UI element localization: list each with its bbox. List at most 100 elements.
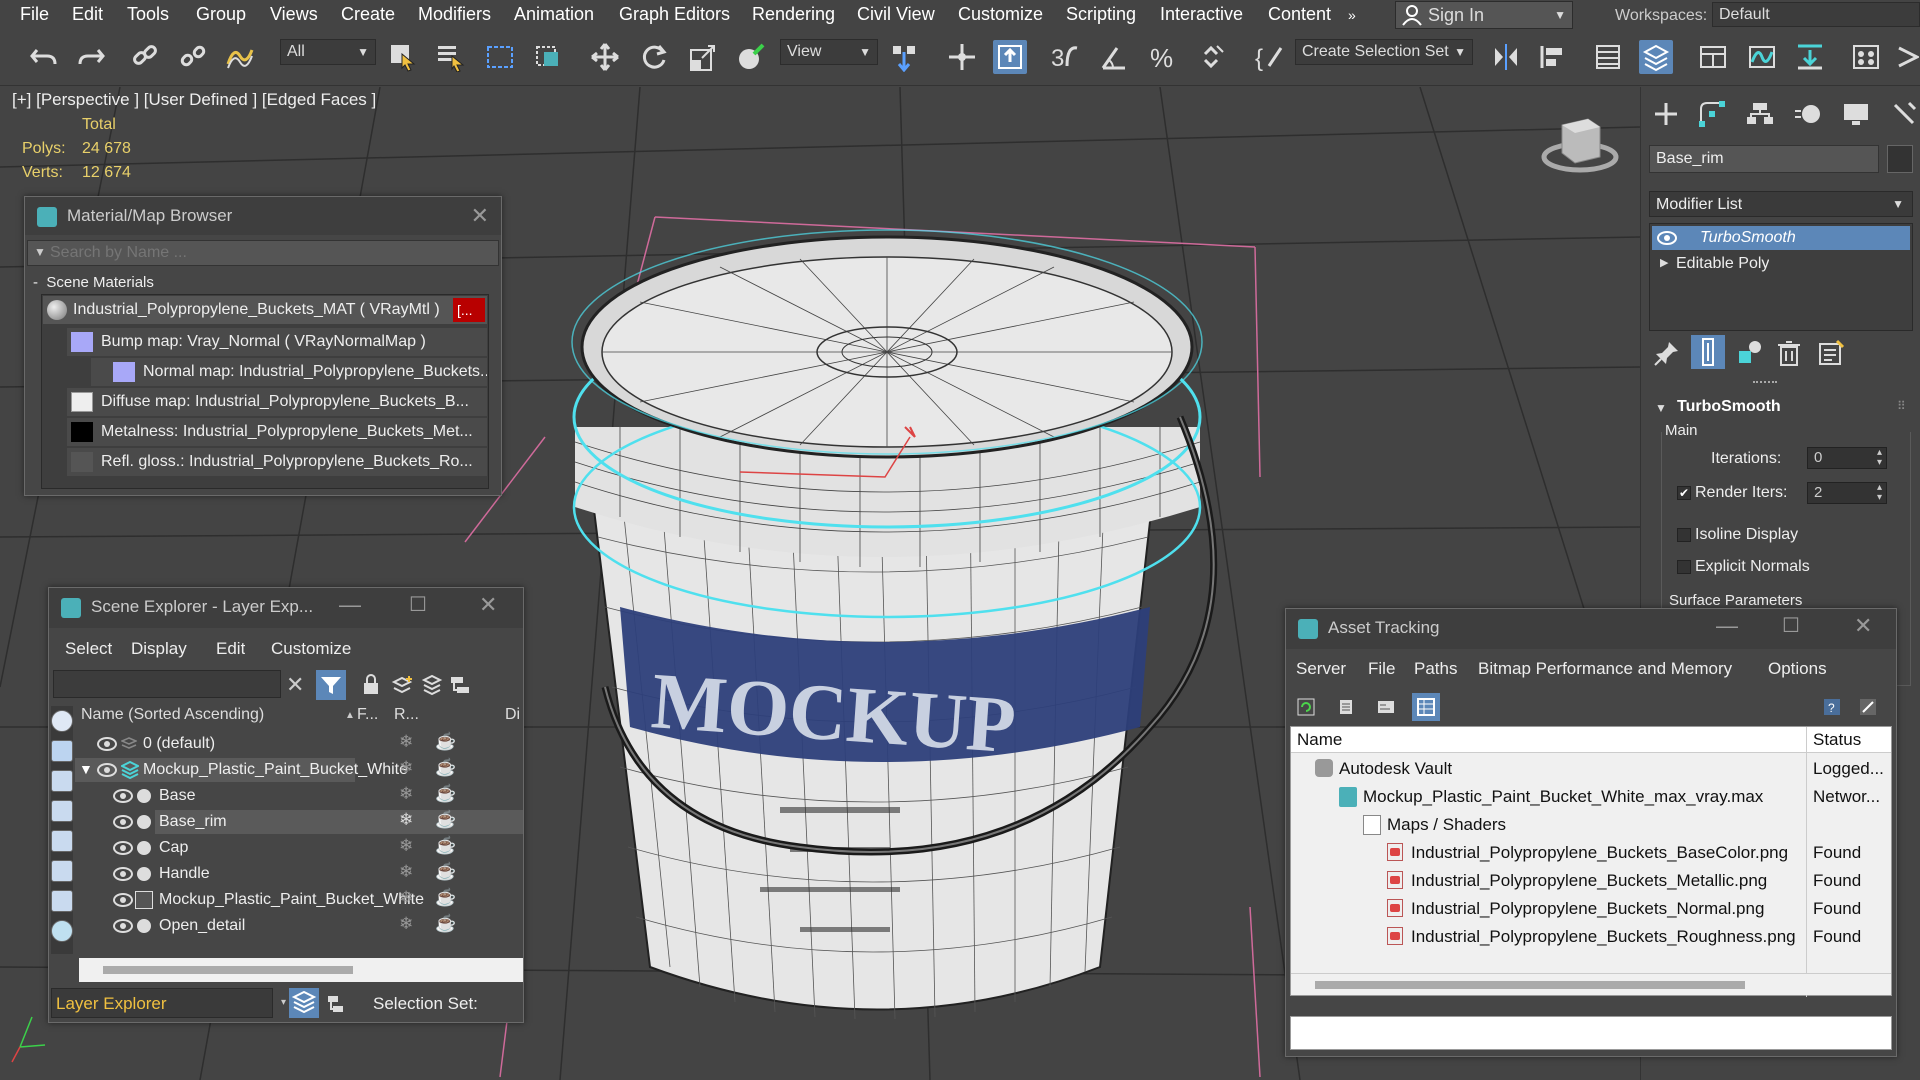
menu-rendering[interactable]: Rendering bbox=[752, 4, 835, 25]
asset-horizontal-scrollbar[interactable] bbox=[1291, 973, 1891, 995]
lock-icon[interactable] bbox=[361, 674, 381, 699]
remove-modifier-icon[interactable] bbox=[1775, 339, 1803, 370]
unlink-icon[interactable] bbox=[176, 40, 210, 74]
asset-row-normal[interactable]: Industrial_Polypropylene_Buckets_Normal.… bbox=[1291, 895, 1891, 923]
close-icon[interactable]: ✕ bbox=[1854, 613, 1872, 639]
visibility-eye-icon[interactable] bbox=[113, 815, 133, 829]
configure-sets-icon[interactable] bbox=[1817, 339, 1845, 370]
render-teapot-icon[interactable]: ☕ bbox=[435, 836, 456, 856]
asset-menu-paths[interactable]: Paths bbox=[1414, 659, 1457, 679]
scene-search-input[interactable] bbox=[53, 670, 281, 698]
hierarchy-tab-icon[interactable] bbox=[1745, 99, 1775, 132]
table-view-icon[interactable] bbox=[1412, 693, 1440, 721]
asset-menu-options[interactable]: Options bbox=[1768, 659, 1827, 679]
scene-explorer-titlebar[interactable]: Scene Explorer - Layer Exp... bbox=[49, 588, 523, 628]
layer-row-default[interactable]: 0 (default) ❄ ☕ bbox=[75, 732, 523, 756]
object-row-base-rim[interactable]: Base_rim ❄ ☕ bbox=[75, 810, 523, 834]
scale-icon[interactable] bbox=[686, 40, 720, 74]
helpers-filter-icon[interactable] bbox=[51, 830, 73, 852]
render-teapot-icon[interactable]: ☕ bbox=[435, 784, 456, 804]
scene-menu-edit[interactable]: Edit bbox=[216, 639, 245, 659]
material-row-metalness[interactable]: Metalness: Industrial_Polypropylene_Buck… bbox=[67, 418, 487, 446]
modifier-list-dropdown[interactable]: Modifier List ▼ bbox=[1649, 191, 1913, 217]
column-render-header[interactable]: R... bbox=[394, 706, 419, 724]
make-unique-icon[interactable] bbox=[1735, 339, 1763, 370]
menu-content[interactable]: Content bbox=[1268, 4, 1331, 25]
asset-menu-file[interactable]: File bbox=[1368, 659, 1395, 679]
geometry-filter-icon[interactable] bbox=[51, 710, 73, 732]
align-icon[interactable] bbox=[1536, 40, 1570, 74]
stack-item-turbosmooth[interactable]: TurboSmooth bbox=[1652, 226, 1910, 250]
material-row-diffuse[interactable]: Diffuse map: Industrial_Polypropylene_Bu… bbox=[67, 388, 487, 416]
groups-filter-icon[interactable] bbox=[51, 890, 73, 912]
render-teapot-icon[interactable]: ☕ bbox=[435, 888, 456, 908]
asset-row-maps[interactable]: Maps / Shaders bbox=[1291, 811, 1891, 839]
link-icon[interactable] bbox=[128, 40, 162, 74]
asset-path-field[interactable] bbox=[1290, 1016, 1892, 1050]
column-name-header[interactable]: Name (Sorted Ascending) bbox=[81, 706, 264, 724]
schematic-view-icon[interactable] bbox=[1793, 40, 1827, 74]
menu-scripting[interactable]: Scripting bbox=[1066, 4, 1136, 25]
material-browser-titlebar[interactable]: Material/Map Browser bbox=[25, 197, 501, 235]
scene-menu-customize[interactable]: Customize bbox=[271, 639, 351, 659]
explorer-type-dropdown[interactable]: Layer Explorer ▾ bbox=[51, 988, 286, 1018]
lights-filter-icon[interactable] bbox=[51, 770, 73, 792]
scene-menu-display[interactable]: Display bbox=[131, 639, 187, 659]
clear-search-icon[interactable]: ✕ bbox=[286, 672, 304, 698]
maximize-icon[interactable]: ☐ bbox=[1782, 613, 1800, 638]
toggle-layer-explorer-icon[interactable] bbox=[1639, 40, 1673, 74]
refresh-icon[interactable] bbox=[1296, 697, 1316, 720]
viewport-label-menu[interactable]: [+] [Perspective ] [User Defined ] [Edge… bbox=[12, 90, 376, 110]
angle-snap-icon[interactable] bbox=[1097, 40, 1131, 74]
freeze-snowflake-icon[interactable]: ❄ bbox=[399, 862, 413, 882]
render-teapot-icon[interactable]: ☕ bbox=[435, 732, 456, 752]
menu-file[interactable]: File bbox=[20, 4, 49, 25]
layer-row-bucket[interactable]: ▼ Mockup_Plastic_Paint_Bucket_White bbox=[75, 758, 408, 782]
chevron-right-icon[interactable]: ▶ bbox=[1660, 256, 1668, 269]
shapes-filter-icon[interactable] bbox=[51, 740, 73, 762]
object-row-handle[interactable]: Handle ❄ ☕ bbox=[75, 862, 523, 886]
utilities-tab-icon[interactable] bbox=[1889, 99, 1919, 132]
modify-tab-icon[interactable] bbox=[1697, 99, 1727, 132]
object-row-base[interactable]: Base ❄ ☕ bbox=[75, 784, 523, 808]
rotate-icon[interactable] bbox=[637, 40, 671, 74]
toggle-scene-explorer-icon[interactable] bbox=[1591, 40, 1625, 74]
render-iters-spinner[interactable]: 2 bbox=[1807, 482, 1887, 504]
asset-row-maxfile[interactable]: Mockup_Plastic_Paint_Bucket_White_max_vr… bbox=[1291, 783, 1891, 811]
detail-view-icon[interactable] bbox=[1376, 697, 1396, 720]
scene-materials-header[interactable]: - Scene Materials bbox=[33, 274, 154, 291]
minimize-icon[interactable]: — bbox=[1716, 613, 1738, 639]
create-selection-set-dropdown[interactable]: Create Selection Set ▼ bbox=[1295, 39, 1473, 65]
reference-coordinate-dropdown[interactable]: View ▼ bbox=[780, 39, 878, 65]
layer-explorer-toggle-icon[interactable] bbox=[289, 988, 319, 1018]
named-selection-icon[interactable]: { bbox=[1253, 40, 1287, 74]
menu-interactive[interactable]: Interactive bbox=[1160, 4, 1243, 25]
menu-views[interactable]: Views bbox=[270, 4, 318, 25]
eye-icon[interactable] bbox=[1656, 230, 1678, 249]
object-row-cap[interactable]: Cap ❄ ☕ bbox=[75, 836, 523, 860]
menu-overflow-icon[interactable]: » bbox=[1348, 7, 1356, 23]
column-status-header[interactable]: Status bbox=[1813, 730, 1861, 750]
material-row-bump[interactable]: Bump map: Vray_Normal ( VRayNormalMap ) bbox=[67, 328, 487, 356]
visibility-eye-icon[interactable] bbox=[113, 867, 133, 881]
xrefs-filter-icon[interactable] bbox=[51, 920, 73, 942]
close-icon[interactable]: ✕ bbox=[479, 592, 497, 618]
object-name-field[interactable]: Base_rim bbox=[1649, 145, 1879, 173]
visibility-eye-icon[interactable] bbox=[113, 789, 133, 803]
expand-triangle-icon[interactable]: ▼ bbox=[79, 761, 93, 777]
visibility-eye-icon[interactable] bbox=[113, 919, 133, 933]
asset-menu-bitmap[interactable]: Bitmap Performance and Memory bbox=[1478, 659, 1732, 679]
snaps-toggle-icon[interactable]: 3 bbox=[1048, 40, 1082, 74]
redo-icon[interactable] bbox=[74, 40, 108, 74]
bind-space-warp-icon[interactable] bbox=[222, 40, 256, 74]
selection-set-icon[interactable] bbox=[325, 993, 347, 1018]
add-layer-icon[interactable] bbox=[391, 674, 413, 699]
iterations-spinner[interactable]: 0 bbox=[1807, 447, 1887, 469]
select-object-icon[interactable] bbox=[386, 40, 420, 74]
asset-tracking-titlebar[interactable]: Asset Tracking bbox=[1286, 609, 1896, 649]
freeze-snowflake-icon[interactable]: ❄ bbox=[399, 888, 413, 908]
asset-menu-server[interactable]: Server bbox=[1296, 659, 1346, 679]
material-editor-icon[interactable] bbox=[1849, 40, 1883, 74]
render-teapot-icon[interactable]: ☕ bbox=[435, 758, 456, 778]
menu-edit[interactable]: Edit bbox=[72, 4, 103, 25]
